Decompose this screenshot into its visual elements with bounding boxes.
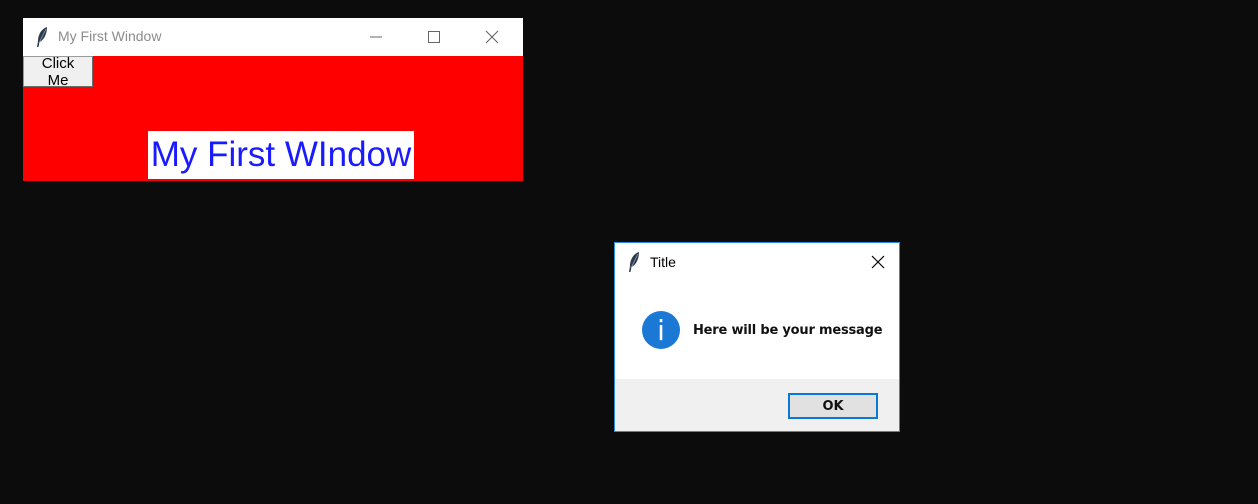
dialog-title: Title [650, 254, 676, 270]
close-button[interactable] [463, 18, 521, 56]
maximize-icon [428, 31, 440, 43]
window-label: My First WIndow [148, 131, 414, 179]
maximize-button[interactable] [405, 18, 463, 56]
info-icon: i [642, 311, 680, 349]
main-window-title: My First Window [58, 28, 162, 44]
main-window-titlebar[interactable]: My First Window [23, 18, 523, 56]
minimize-icon [370, 36, 382, 38]
dialog-message: Here will be your message [693, 323, 883, 338]
ok-button[interactable]: OK [788, 393, 878, 419]
dialog-close-button[interactable] [849, 243, 907, 281]
dialog-titlebar[interactable]: Title [615, 243, 899, 281]
minimize-button[interactable] [347, 18, 405, 56]
close-icon [485, 30, 499, 44]
close-icon [871, 255, 885, 269]
click-me-button[interactable]: Click Me [23, 55, 93, 89]
feather-icon [37, 27, 47, 47]
dialog-button-bar: OK [615, 379, 899, 431]
main-window: My First Window Click Me My First WIndow [23, 18, 523, 181]
feather-icon [629, 252, 639, 272]
message-dialog: Title i Here will be your message OK [614, 242, 900, 432]
